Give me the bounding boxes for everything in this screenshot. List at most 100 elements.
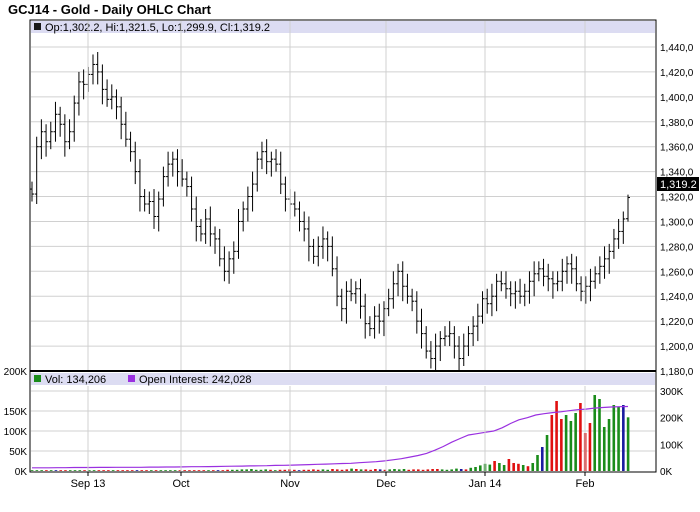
volume-bar: [612, 405, 616, 471]
volume-bar: [297, 470, 301, 471]
volume-bar: [150, 470, 153, 471]
volume-bar: [97, 470, 101, 471]
oi-right-axis: 300K 200K 100K 0K: [660, 387, 684, 478]
volume-bar: [130, 470, 134, 471]
volume-bar: [173, 470, 177, 471]
volume-bar: [588, 423, 592, 471]
price-panel: [29, 19, 657, 372]
volume-left-tick: 100K: [4, 427, 28, 438]
volume-bar: [374, 469, 377, 471]
volume-bar: [211, 470, 215, 471]
volume-bar: [250, 469, 253, 471]
volume-bar: [431, 469, 434, 471]
volume-bar: [464, 469, 468, 471]
volume-bar: [412, 469, 415, 471]
volume-bar: [607, 419, 611, 471]
volume-bar: [159, 470, 163, 471]
volume-bar: [345, 469, 349, 471]
volume-bar: [226, 469, 229, 471]
volume-bar: [531, 463, 535, 471]
volume-bar: [121, 470, 124, 471]
volume-bar: [231, 469, 234, 471]
volume-bar: [488, 464, 492, 471]
volume-bar: [92, 470, 96, 471]
volume-bar: [622, 405, 625, 471]
price-y-tick: 1,360,0: [660, 143, 694, 154]
volume-bar: [545, 435, 549, 471]
volume-bar: [221, 470, 225, 471]
volume-bar: [526, 466, 530, 471]
volume-bar: [197, 470, 201, 471]
volume-bar: [273, 470, 277, 471]
volume-bar: [283, 469, 287, 471]
volume-bar: [517, 463, 520, 471]
volume-bar: [340, 469, 344, 471]
volume-bar: [183, 470, 186, 471]
volume-bar: [164, 470, 167, 471]
volume-bar: [78, 470, 82, 471]
volume-left-tick: 150K: [4, 407, 28, 418]
volume-bar: [207, 470, 210, 471]
price-y-tick: 1,280,0: [660, 242, 694, 253]
volume-bar: [540, 447, 544, 471]
last-price-label: 1,319.2: [660, 179, 697, 191]
volume-bar: [602, 427, 606, 471]
volume-bar: [316, 469, 320, 471]
volume-bar: [445, 469, 449, 471]
volume-bar: [278, 469, 282, 471]
volume-bar: [521, 465, 525, 471]
x-tick-label: Nov: [280, 478, 300, 490]
price-y-tick: 1,420,0: [660, 68, 694, 79]
volume-bar: [312, 469, 315, 471]
volume-bar: [54, 470, 58, 471]
volume-bar: [355, 469, 358, 471]
oi-right-tick: 300K: [660, 387, 684, 398]
price-y-tick: 1,340,0: [660, 168, 694, 179]
oi-right-tick: 100K: [660, 440, 684, 451]
volume-bar: [536, 455, 539, 471]
volume-bar: [474, 467, 477, 471]
volume-bar: [335, 469, 339, 471]
volume-bar: [440, 469, 444, 471]
volume-bar: [426, 469, 430, 471]
price-y-tick: 1,180,0: [660, 367, 694, 378]
volume-bar: [369, 469, 372, 471]
volume-bar: [459, 469, 463, 471]
volume-bar: [469, 467, 473, 471]
volume-bar: [145, 470, 148, 471]
volume-bar: [116, 470, 120, 471]
volume-bar: [49, 470, 53, 471]
volume-bar: [574, 413, 577, 471]
volume-bar: [302, 469, 306, 471]
volume-bar: [593, 395, 597, 471]
volume-bar: [455, 468, 458, 471]
volume-bar: [68, 470, 72, 471]
volume-bar: [126, 470, 129, 471]
volume-bar: [350, 468, 353, 471]
volume-left-tick: 0K: [15, 467, 28, 478]
volume-bar: [378, 469, 382, 471]
volume-bar: [111, 470, 115, 471]
volume-left-axis: 200K 150K 100K 50K 0K: [4, 367, 28, 478]
volume-bar: [512, 463, 515, 471]
volume-bar: [216, 470, 220, 471]
volume-bar: [64, 470, 67, 471]
oi-right-tick: 200K: [660, 414, 684, 425]
volume-bar: [264, 469, 268, 471]
volume-bar: [30, 470, 34, 471]
volume-bar: [73, 470, 77, 471]
price-y-axis: 1,440,0 1,420,0 1,400,0 1,380,0 1,360,0 1,340…: [660, 43, 694, 378]
price-y-tick: 1,440,0: [660, 43, 694, 54]
price-y-tick: 1,400,0: [660, 93, 694, 104]
chart-window: GCJ14 - Gold - Daily OHLC Chart Op:1,302…: [0, 0, 700, 512]
volume-bar: [321, 469, 325, 471]
vol-legend-swatch: [34, 375, 41, 382]
volume-bar: [417, 469, 420, 471]
volume-bar: [579, 403, 582, 471]
x-tick-label: Feb: [576, 478, 595, 490]
volume-bar: [107, 470, 110, 471]
volume-bar: [569, 421, 573, 471]
oi-right-tick: 0K: [660, 467, 673, 478]
volume-bar: [421, 469, 425, 471]
volume-bar: [245, 469, 248, 471]
